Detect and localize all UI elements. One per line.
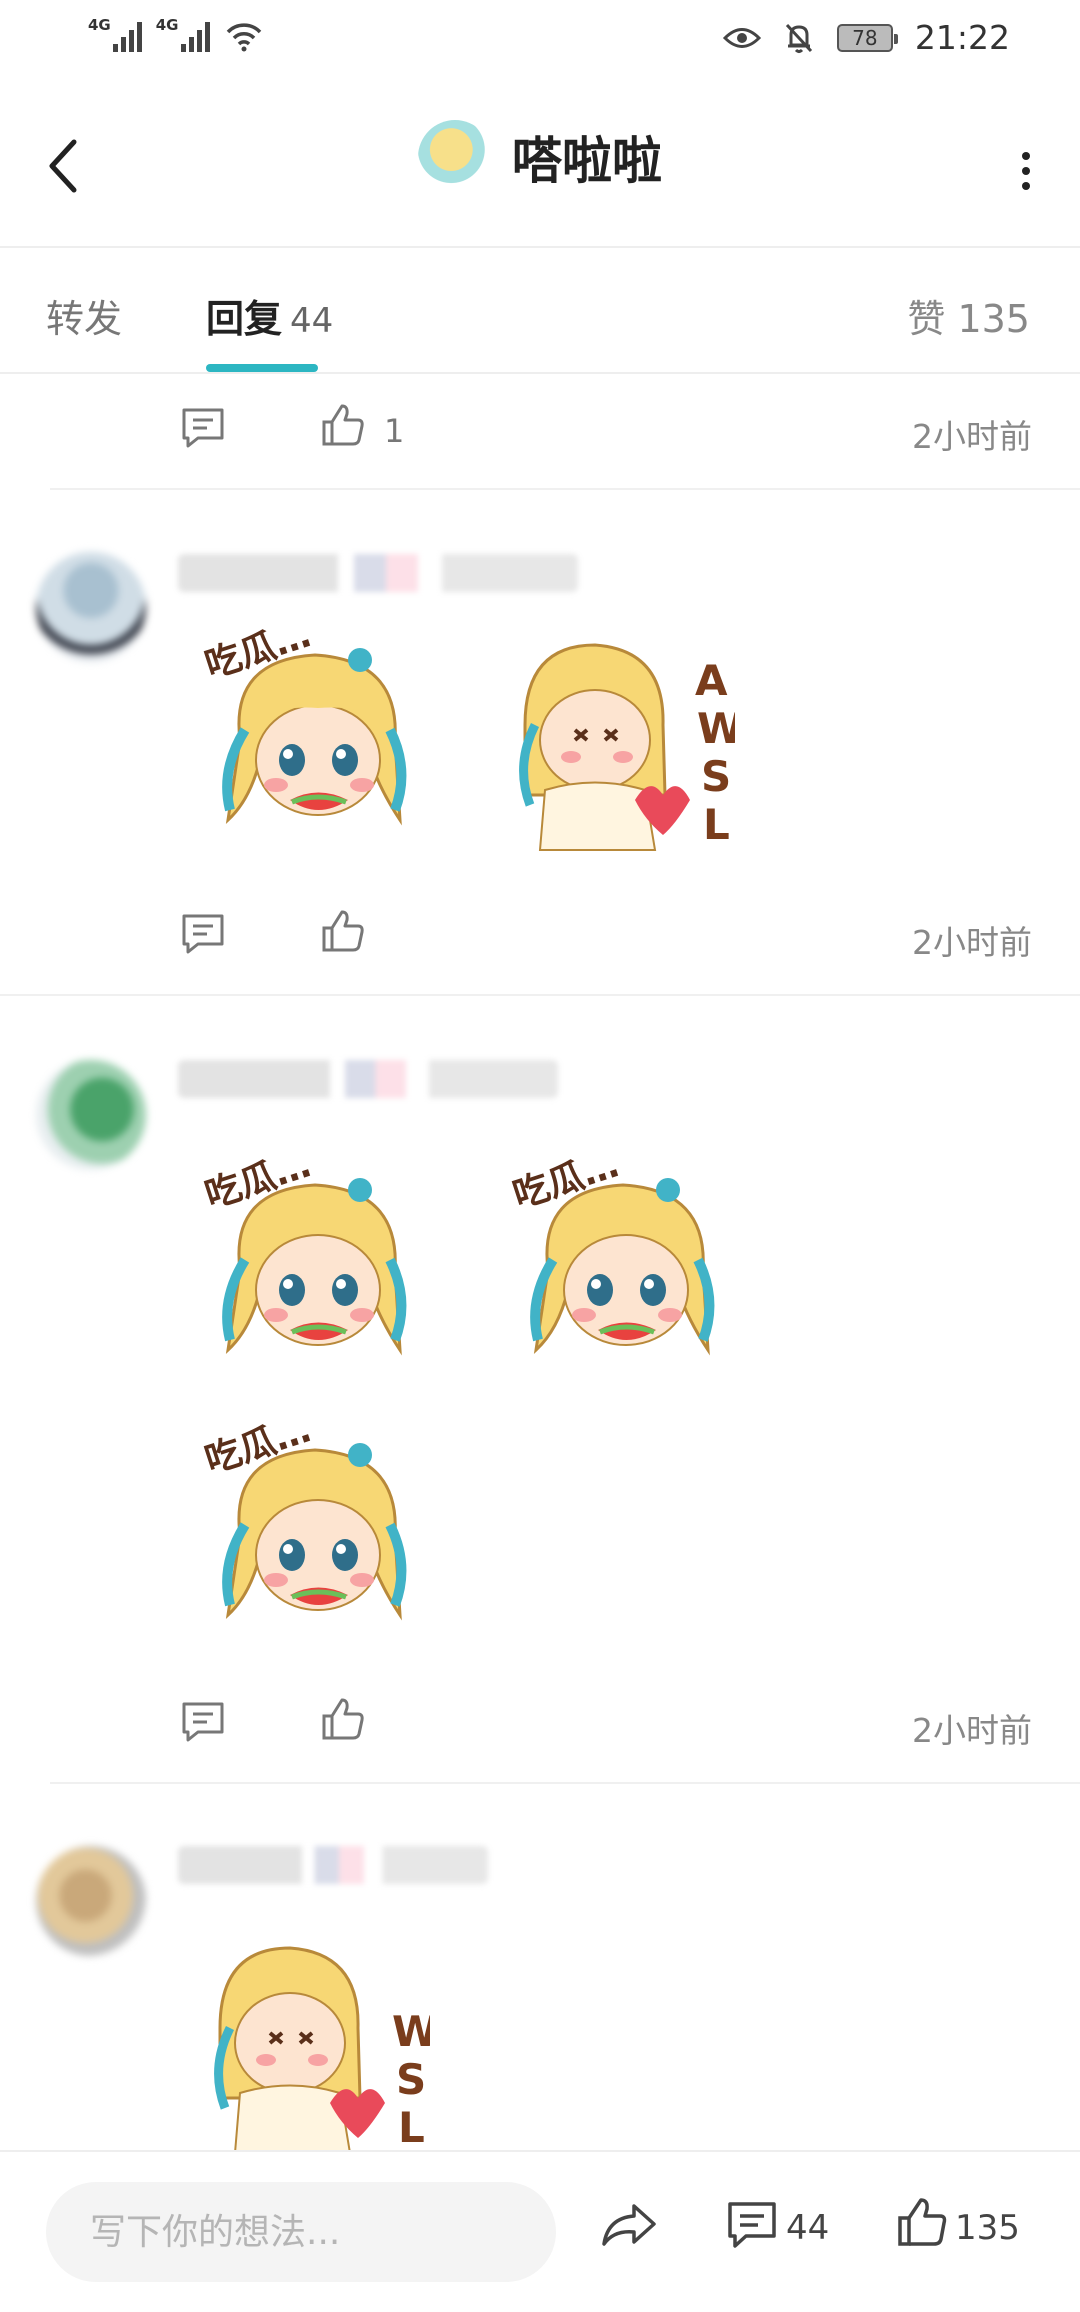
bottom-bar: 44 135 [0,2150,1080,2312]
tab-reply-count: 44 [290,301,334,341]
battery-indicator: 78 [836,23,898,52]
thumbs-up-icon[interactable] [896,2196,948,2248]
user-name[interactable] [178,554,578,592]
comment-icon[interactable] [726,2200,778,2250]
clock: 21:22 [914,18,1010,57]
header-title-group[interactable]: 嗒啦啦 [0,120,1080,194]
divider [50,1782,1080,1784]
sticker-text: W [697,704,735,753]
status-bar: 4G 4G 78 21:22 [0,0,1080,80]
divider [50,488,1080,490]
comment-icon[interactable] [180,1700,226,1744]
like-count: 135 [955,2208,1020,2248]
divider [0,994,1080,996]
tab-like[interactable]: 赞 135 [907,288,1030,343]
awsl-sticker[interactable]: W S L [200,1928,430,2150]
thumbs-up-icon[interactable] [320,1696,366,1742]
awsl-sticker[interactable]: A W S L [505,625,735,855]
sticker-text: A [695,656,728,705]
signal-bars-icon [180,18,210,52]
eat-melon-sticker[interactable]: 吃瓜… [200,1150,430,1380]
eat-melon-sticker[interactable]: 吃瓜… [508,1150,738,1380]
thumbs-up-icon[interactable] [320,908,366,954]
comment-count: 44 [786,2208,830,2248]
sticker-text: S [396,2055,426,2104]
tab-bar: 转发 回复 44 赞 135 [0,250,1080,374]
wifi-icon [226,23,261,52]
header: 嗒啦啦 [0,80,1080,248]
mute-bell-icon [785,23,812,53]
user-name[interactable] [178,1846,488,1884]
network-type-1: 4G [88,16,111,34]
reply-actions: 1 2小时前 [0,386,1080,476]
more-options-icon[interactable] [1022,152,1030,190]
sticker-text: L [398,2103,425,2150]
author-avatar[interactable] [418,120,492,194]
user-avatar[interactable] [36,1846,146,1956]
share-icon[interactable] [600,2200,658,2248]
eat-melon-sticker[interactable]: 吃瓜… [200,1415,430,1645]
reply-actions: 2小时前 [0,1680,1080,1770]
sticker-text: L [703,800,730,849]
comment-input[interactable] [46,2182,556,2282]
signal-bars-icon [112,18,142,52]
network-type-2: 4G [155,16,179,34]
comment-icon[interactable] [180,912,226,956]
like-count: 1 [384,412,405,450]
sticker-text: S [701,752,731,801]
tab-forward[interactable]: 转发 [46,288,122,343]
time-ago: 2小时前 [912,417,1032,456]
status-right: 78 21:22 [722,18,1010,57]
thumbs-up-icon[interactable] [320,402,366,448]
eat-melon-sticker[interactable]: 吃瓜… [200,620,430,850]
sticker-text: W [392,2007,430,2056]
page-title: 嗒啦啦 [512,132,662,190]
time-ago: 2小时前 [912,1711,1032,1750]
active-tab-indicator [206,364,318,372]
user-avatar[interactable] [36,1060,146,1170]
comment-icon[interactable] [180,406,226,450]
eye-icon [722,27,761,48]
signal-indicators: 4G 4G [88,18,264,52]
user-avatar[interactable] [36,552,146,662]
user-name[interactable] [178,1060,558,1098]
tab-reply-label: 回复 [206,297,283,341]
tab-reply[interactable]: 回复 44 [206,288,333,343]
time-ago: 2小时前 [912,923,1032,962]
reply-actions: 2小时前 [0,892,1080,982]
